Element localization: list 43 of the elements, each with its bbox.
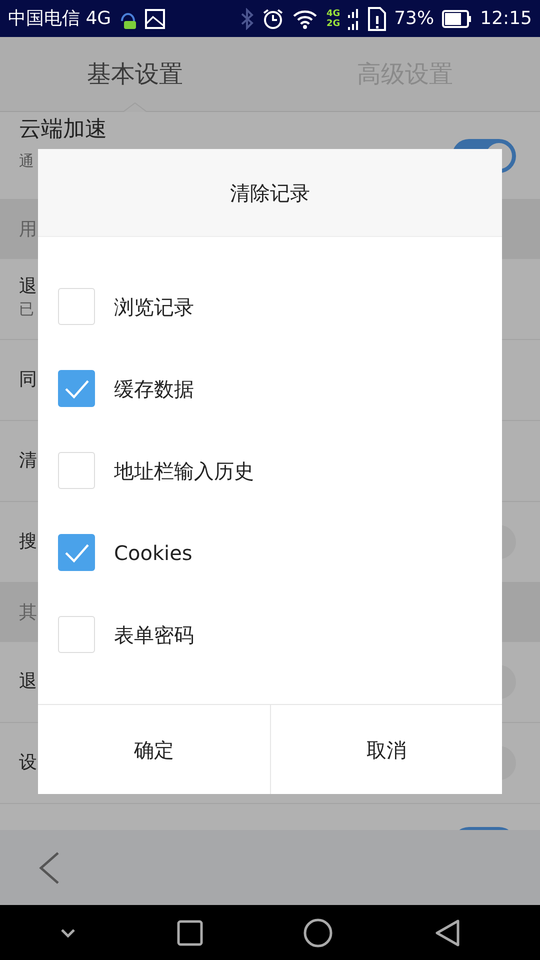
option-label: 地址栏输入历史: [114, 458, 254, 484]
carrier-label: 中国电信 4G: [8, 7, 112, 31]
setting-subtitle: 已: [19, 299, 34, 320]
option-label: Cookies: [114, 540, 192, 566]
tab[interactable]: 基本设置: [0, 37, 270, 111]
checkmark-icon: [64, 542, 90, 562]
option-label: 表单密码: [114, 622, 194, 648]
section-header: 用: [19, 218, 37, 242]
setting-title: 清: [19, 450, 37, 472]
setting-title: 退: [19, 277, 37, 298]
checkbox[interactable]: [58, 370, 95, 407]
setting-title: 设: [19, 752, 37, 774]
checkbox[interactable]: [58, 534, 95, 571]
battery-percent: 73%: [394, 7, 434, 31]
setting-title: 云端加速: [19, 117, 107, 142]
dialog-title: 清除记录: [230, 180, 310, 206]
checkbox-option[interactable]: Cookies: [38, 512, 502, 594]
setting-title: 退: [19, 672, 37, 692]
network-type-label: 2G: [326, 18, 340, 28]
home-icon[interactable]: [303, 918, 334, 948]
checkbox-option[interactable]: 表单密码: [38, 594, 502, 676]
checkbox-option[interactable]: 地址栏输入历史: [38, 430, 502, 512]
chevron-down-icon[interactable]: [60, 928, 76, 938]
bluetooth-icon: [240, 8, 254, 30]
setting-subtitle: 通: [19, 151, 34, 172]
network-type-label: 4G: [326, 8, 340, 18]
alarm-clock-icon: [262, 8, 284, 30]
setting-title: 同: [19, 370, 37, 390]
clock-time: 12:15: [480, 7, 532, 31]
section-header: 其: [19, 601, 37, 625]
option-label: 缓存数据: [114, 376, 194, 402]
checkmark-icon: [64, 378, 90, 398]
checkbox-option[interactable]: 浏览记录: [38, 266, 502, 348]
back-icon[interactable]: [434, 918, 460, 946]
sim-card-icon: [368, 6, 386, 30]
option-label: 浏览记录: [114, 294, 194, 320]
signal-bars-icon: [348, 6, 360, 30]
image-icon: [145, 8, 166, 28]
checkbox-option[interactable]: 缓存数据: [38, 348, 502, 430]
battery-icon: [442, 10, 472, 28]
recent-apps-icon[interactable]: [176, 920, 203, 946]
wifi-icon: [292, 8, 318, 28]
setting-title: 搜: [19, 532, 37, 552]
